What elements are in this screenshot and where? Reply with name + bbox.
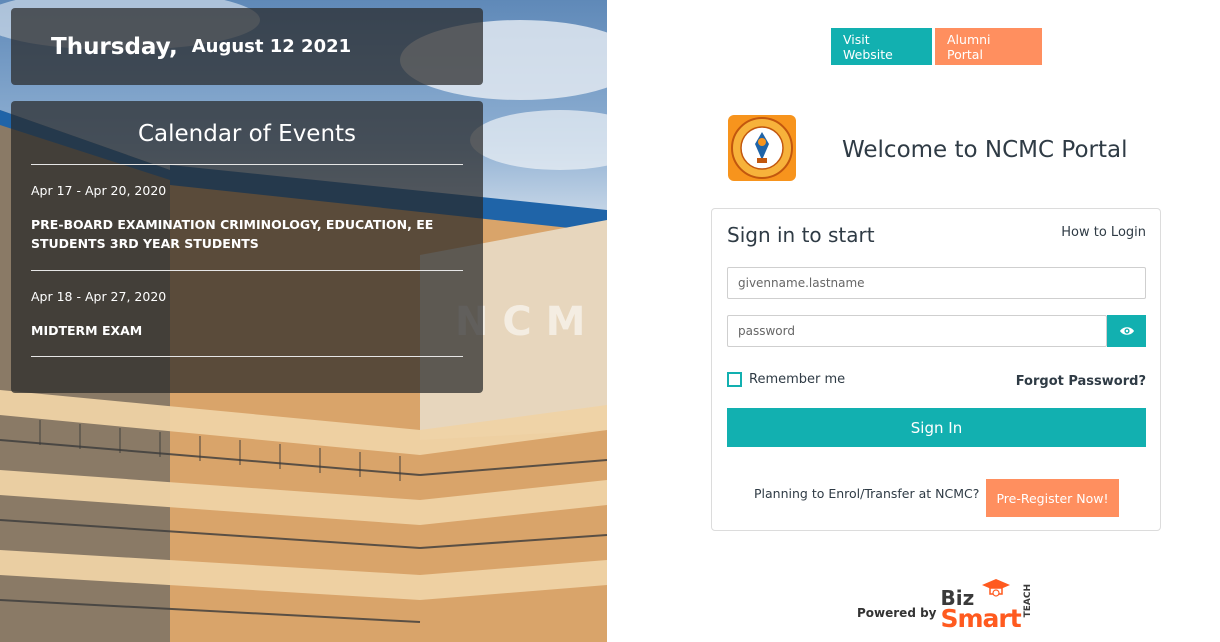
brand-smart: Smart [940, 604, 1022, 633]
alumni-portal-button[interactable]: Alumni Portal [935, 28, 1042, 65]
powered-by-label: Powered by [857, 606, 937, 620]
event-name: PRE-BOARD EXAMINATION CRIMINOLOGY, EDUCA… [31, 217, 434, 251]
login-card: Sign in to start How to Login givenname.… [711, 208, 1161, 531]
show-password-button[interactable] [1107, 315, 1146, 347]
events-title: Calendar of Events [31, 101, 463, 165]
sign-in-button[interactable]: Sign In [727, 408, 1146, 447]
event-item: Apr 18 - Apr 27, 2020 MIDTERM EXAM [31, 271, 463, 357]
date-day: Thursday, [51, 33, 178, 60]
password-input[interactable]: password [727, 315, 1107, 347]
event-name: MIDTERM EXAM [31, 323, 143, 338]
visit-website-button[interactable]: Visit Website [831, 28, 932, 65]
page-title: Welcome to NCMC Portal [842, 137, 1128, 163]
date-full: August 12 2021 [191, 36, 352, 57]
event-item: Apr 17 - Apr 20, 2020 PRE-BOARD EXAMINAT… [31, 165, 463, 271]
pre-register-button[interactable]: Pre-Register Now! [986, 479, 1119, 517]
powered-by: Powered by Biz Smart TEACH [857, 578, 1041, 638]
campus-photo-panel: N C M Thursday, August 12 2021 Calendar … [0, 0, 607, 642]
remember-me[interactable]: Remember me [727, 372, 845, 387]
bizsmart-teach-logo: Biz Smart TEACH [941, 578, 1041, 638]
remember-me-checkbox[interactable] [727, 372, 742, 387]
current-date-box: Thursday, August 12 2021 [11, 8, 483, 85]
calendar-of-events: Calendar of Events Apr 17 - Apr 20, 2020… [11, 101, 483, 393]
forgot-password-link[interactable]: Forgot Password? [1016, 374, 1146, 389]
remember-me-label: Remember me [749, 372, 846, 387]
top-links: Visit Website Alumni Portal [831, 28, 1042, 65]
event-date-range: Apr 17 - Apr 20, 2020 [31, 183, 167, 198]
username-placeholder: givenname.lastname [738, 276, 865, 290]
event-date-range: Apr 18 - Apr 27, 2020 [31, 289, 167, 304]
ncmc-logo [728, 115, 796, 181]
password-placeholder: password [738, 324, 795, 338]
login-title: Sign in to start [727, 223, 875, 247]
username-input[interactable]: givenname.lastname [727, 267, 1146, 299]
graduation-cap-icon [981, 579, 1010, 597]
enrol-prompt: Planning to Enrol/Transfer at NCMC? [754, 486, 980, 501]
eye-icon [1119, 327, 1134, 335]
how-to-login-link[interactable]: How to Login [1061, 225, 1146, 240]
brand-teach: TEACH [1022, 584, 1033, 618]
